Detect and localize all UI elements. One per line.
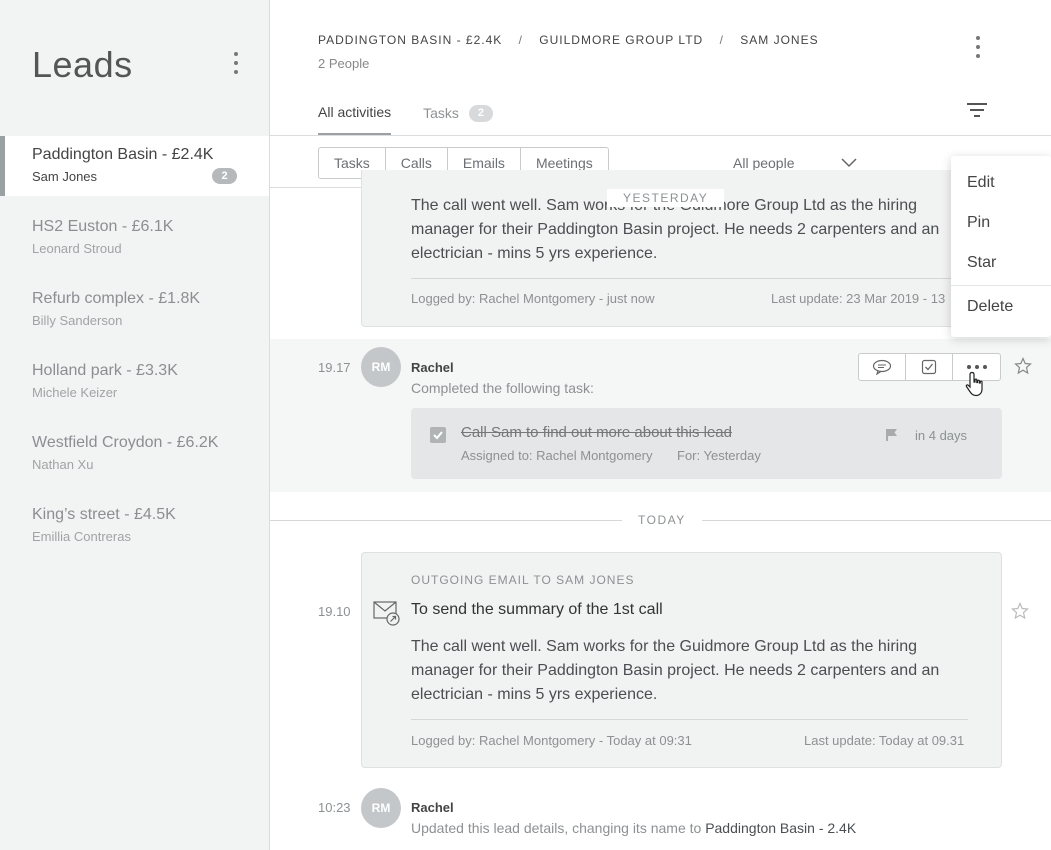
avatar: RM: [361, 788, 401, 828]
breadcrumb: PADDINGTON BASIN - £2.4K / GUILDMORE GRO…: [318, 33, 819, 47]
email-subject[interactable]: To send the summary of the 1st call: [411, 601, 663, 619]
breadcrumb-contact[interactable]: SAM JONES: [740, 33, 818, 47]
breadcrumb-separator: /: [719, 33, 724, 47]
activity-author: Rachel: [411, 800, 454, 815]
task-title[interactable]: Call Sam to find out more about this lea…: [461, 424, 732, 441]
star-button[interactable]: [1011, 602, 1029, 625]
lead-item-kings-street[interactable]: King’s street - £4.5K Emillia Contreras: [0, 496, 269, 556]
lead-contact: Nathan Xu: [32, 457, 94, 472]
new-lead-name[interactable]: Paddington Basin - 2.4K: [705, 820, 856, 836]
activity-description: Completed the following task:: [411, 380, 594, 396]
breadcrumb-lead[interactable]: PADDINGTON BASIN - £2.4K: [318, 33, 502, 47]
star-icon: [1011, 602, 1029, 620]
activity-time: 19.10: [318, 604, 351, 619]
tab-label: All activities: [318, 104, 392, 120]
header-more-icon[interactable]: [968, 36, 988, 62]
star-button[interactable]: [1014, 357, 1032, 380]
last-update: Last update: 23 Mar 2019 - 13: [771, 291, 946, 306]
menu-divider: [951, 285, 1051, 286]
checked-checkbox-icon[interactable]: [430, 427, 446, 443]
today-label: TODAY: [622, 512, 702, 528]
star-icon: [1014, 357, 1032, 375]
activity-author: Rachel: [411, 360, 454, 375]
more-horizontal-icon: [966, 365, 987, 369]
lead-contact: Michele Keizer: [32, 385, 118, 400]
activity-tabs: All activities Tasks 2: [318, 104, 525, 135]
people-filter-dropdown[interactable]: All people: [733, 155, 857, 171]
lead-item-westfield-croydon[interactable]: Westfield Croydon - £6.2K Nathan Xu: [0, 424, 269, 484]
email-body: The call went well. Sam works for the Gu…: [411, 638, 940, 703]
breadcrumb-company[interactable]: GUILDMORE GROUP LTD: [539, 33, 703, 47]
activity-time: 19.17: [318, 360, 351, 375]
lead-name: King’s street - £4.5K: [32, 506, 176, 523]
lead-name: Westfield Croydon - £6.2K: [32, 434, 219, 451]
lead-item-paddington-basin[interactable]: Paddington Basin - £2.4K Sam Jones 2: [0, 136, 269, 196]
chevron-down-icon: [840, 158, 857, 168]
lead-count-badge: 2: [212, 168, 237, 184]
menu-item-star[interactable]: Star: [967, 254, 996, 272]
lead-contact: Leonard Stroud: [32, 241, 122, 256]
checkbox-icon: [921, 359, 937, 375]
email-card[interactable]: OUTGOING EMAIL TO SAM JONES To send the …: [361, 552, 1002, 768]
task-due: in 4 days: [915, 428, 968, 443]
people-count[interactable]: 2 People: [318, 56, 369, 71]
sidebar-title: Leads: [32, 44, 133, 85]
completed-task-card: Call Sam to find out more about this lea…: [411, 408, 1002, 479]
logged-by: Logged by: Rachel Montgomery - Today at …: [411, 733, 692, 748]
activity-panel: PADDINGTON BASIN - £2.4K / GUILDMORE GRO…: [270, 0, 1051, 850]
task-button[interactable]: [906, 354, 953, 380]
menu-item-edit[interactable]: Edit: [967, 174, 995, 192]
breadcrumb-separator: /: [518, 33, 523, 47]
divider: [270, 135, 1051, 136]
pointer-cursor-icon: [965, 371, 983, 397]
comment-button[interactable]: [859, 354, 906, 380]
flag-icon: [886, 429, 897, 441]
lead-name: Paddington Basin - £2.4K: [32, 146, 214, 163]
logged-by: Logged by: Rachel Montgomery - just now: [411, 291, 655, 306]
menu-item-pin[interactable]: Pin: [967, 214, 990, 232]
tab-tasks[interactable]: Tasks 2: [423, 104, 493, 135]
yesterday-label: YESTERDAY: [607, 189, 725, 207]
task-for: For: Yesterday: [677, 448, 761, 463]
lead-item-refurb-complex[interactable]: Refurb complex - £1.8K Billy Sanderson: [0, 280, 269, 340]
lead-name: Refurb complex - £1.8K: [32, 290, 201, 307]
lead-contact: Billy Sanderson: [32, 313, 123, 328]
task-assignee: Assigned to: Rachel Montgomery: [461, 448, 653, 463]
card-divider: [411, 719, 968, 720]
tab-label: Tasks: [423, 105, 459, 121]
leads-sidebar: Leads Paddington Basin - £2.4K Sam Jones…: [0, 0, 270, 850]
outgoing-email-icon: [373, 601, 400, 626]
lead-contact: Sam Jones: [32, 169, 98, 184]
lead-contact: Emillia Contreras: [32, 529, 131, 544]
people-filter-label: All people: [733, 155, 795, 171]
menu-item-delete[interactable]: Delete: [967, 298, 1013, 316]
comment-icon: [872, 359, 892, 375]
avatar: RM: [361, 347, 401, 387]
email-kind: OUTGOING EMAIL TO SAM JONES: [411, 573, 635, 587]
lead-item-hs2-euston[interactable]: HS2 Euston - £6.1K Leonard Stroud: [0, 208, 269, 268]
sidebar-more-icon[interactable]: [226, 52, 246, 78]
activity-context-menu: Edit Pin Star Delete: [951, 156, 1051, 337]
lead-name: HS2 Euston - £6.1K: [32, 218, 174, 235]
last-update: Last update: Today at 09.31: [804, 733, 965, 748]
activity-time: 10:23: [318, 800, 351, 815]
lead-item-holland-park[interactable]: Holland park - £3.3K Michele Keizer: [0, 352, 269, 412]
card-divider: [411, 278, 971, 279]
tasks-count-badge: 2: [468, 104, 493, 122]
update-text: Updated this lead details, changing its …: [411, 820, 702, 836]
tab-all-activities[interactable]: All activities: [318, 104, 392, 135]
activity-description: Updated this lead details, changing its …: [411, 820, 856, 836]
lead-name: Holland park - £3.3K: [32, 362, 178, 379]
filter-icon[interactable]: [966, 102, 990, 122]
